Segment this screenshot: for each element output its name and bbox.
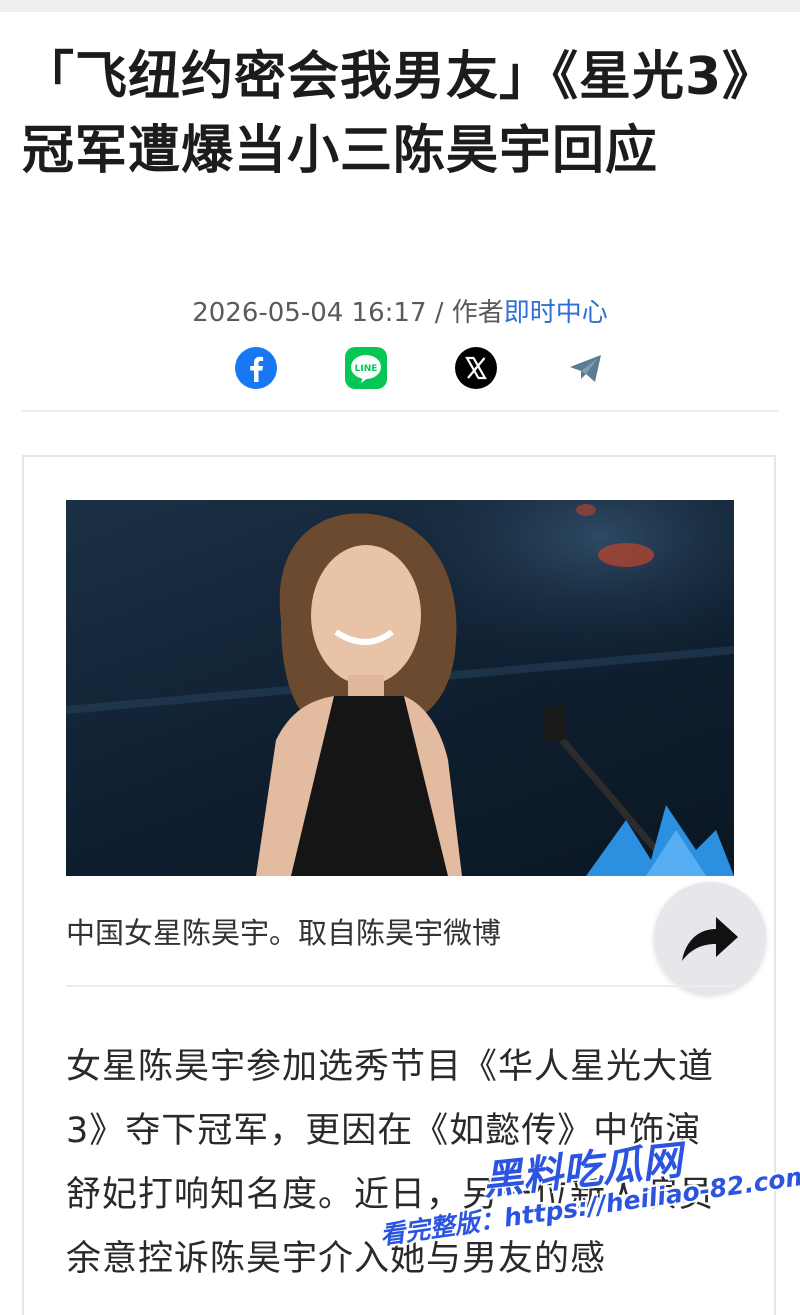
share-arrow-icon bbox=[682, 917, 738, 961]
telegram-icon bbox=[570, 355, 601, 382]
meta-separator: / bbox=[426, 298, 452, 328]
header-divider bbox=[22, 410, 778, 412]
photo-caption: 中国女星陈昊宇。取自陈昊宇微博 bbox=[66, 916, 502, 950]
x-icon bbox=[455, 347, 497, 389]
facebook-share-button[interactable] bbox=[234, 346, 278, 390]
telegram-share-button[interactable] bbox=[564, 346, 608, 390]
author-prefix: 作者 bbox=[451, 298, 504, 328]
publish-date: 2026-05-04 16:17 bbox=[192, 298, 427, 328]
top-status-strip bbox=[0, 0, 800, 12]
article-meta: 2026-05-04 16:17 / 作者即时中心 bbox=[0, 292, 800, 329]
x-share-button[interactable] bbox=[454, 346, 498, 390]
facebook-icon bbox=[235, 347, 277, 389]
article-title: 「飞纽约密会我男友」《星光3》冠军遭爆当小三陈昊宇回应 bbox=[22, 47, 776, 181]
line-icon-label: LINE bbox=[355, 364, 378, 374]
caption-divider bbox=[66, 985, 736, 987]
photo-illustration bbox=[66, 500, 734, 876]
article-photo[interactable] bbox=[66, 500, 734, 876]
floating-share-button[interactable] bbox=[654, 882, 766, 994]
line-icon: LINE bbox=[345, 347, 387, 389]
author-link[interactable]: 即时中心 bbox=[504, 298, 608, 328]
line-share-button[interactable]: LINE bbox=[344, 346, 388, 390]
